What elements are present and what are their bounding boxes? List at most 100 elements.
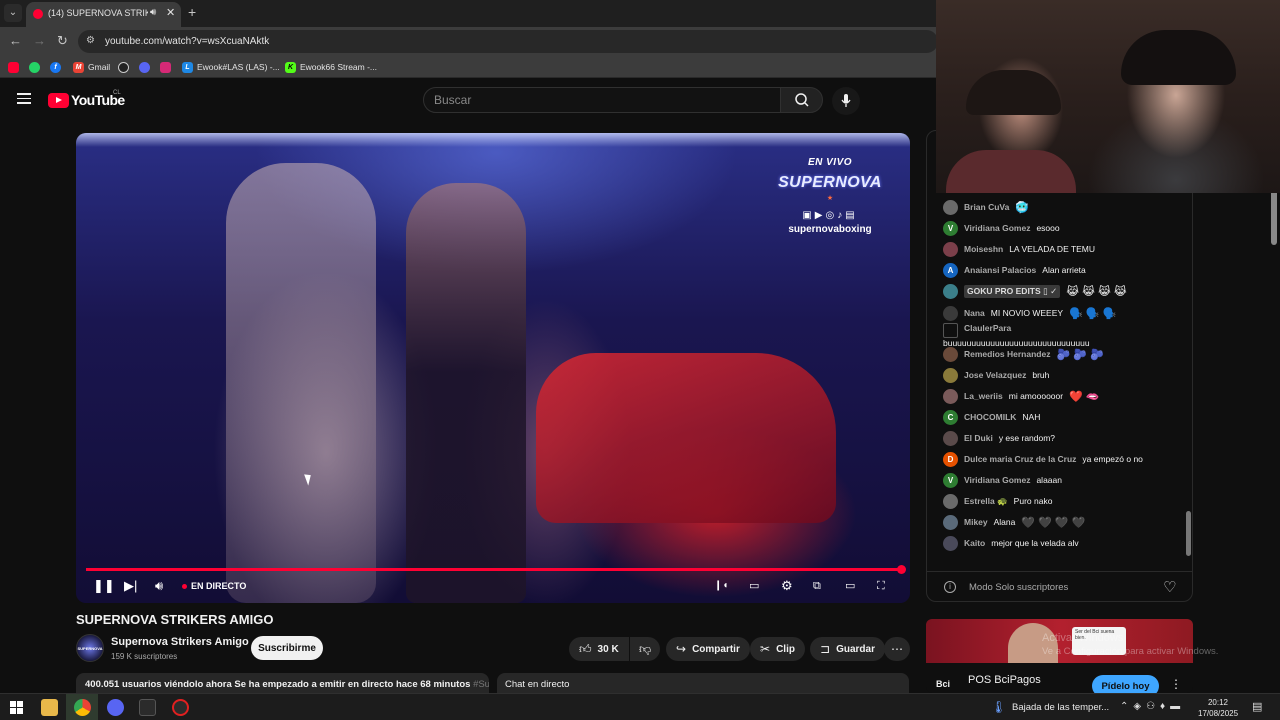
fullscreen-icon[interactable]: ⛶ — [877, 579, 885, 593]
chat-avatar[interactable] — [943, 493, 958, 509]
close-icon[interactable]: ✕ — [166, 6, 175, 19]
pause-icon[interactable]: ❚❚ — [93, 579, 115, 593]
page-scrollbar[interactable] — [1271, 190, 1277, 245]
forward-arrow-icon[interactable]: → — [33, 34, 46, 48]
chat-avatar[interactable]: A — [943, 262, 958, 278]
app-icon[interactable] — [139, 699, 156, 716]
channel-name[interactable]: Supernova Strikers Amigo — [111, 636, 249, 648]
taskbar-clock[interactable]: 20:12 17/08/2025 — [1198, 697, 1238, 719]
subscribe-button[interactable]: Suscribirme — [251, 636, 323, 660]
chat-avatar[interactable] — [943, 430, 958, 446]
chat-avatar[interactable] — [943, 514, 958, 530]
chat-avatar[interactable]: V — [943, 472, 958, 488]
voice-search-button[interactable] — [832, 87, 860, 115]
theater-mode-icon[interactable]: ▭ — [845, 579, 855, 593]
volume-icon[interactable]: 🔊︎ — [155, 579, 163, 593]
chat-avatar[interactable] — [943, 305, 958, 321]
chat-avatar[interactable]: C — [943, 409, 958, 425]
channel-avatar[interactable]: SUPERNOVA — [76, 634, 104, 662]
chat-avatar[interactable] — [943, 199, 958, 215]
save-button[interactable]: ⊐ Guardar — [810, 637, 885, 661]
browser-tab-active[interactable]: (14) SUPERNOVA STRIKERS 🔊︎ ✕ — [26, 2, 181, 27]
chat-avatar[interactable]: V — [943, 220, 958, 236]
chat-avatar[interactable] — [943, 535, 958, 551]
description-box[interactable]: 400.051 usuarios viéndolo ahora Se ha em… — [76, 673, 489, 693]
dislike-button[interactable]: 👎︎ — [630, 637, 660, 661]
chat-author[interactable]: Jose Velazquez — [964, 370, 1026, 380]
chat-author[interactable]: Mikey — [964, 517, 988, 527]
chat-author[interactable]: Brian CuVa — [964, 202, 1009, 212]
chat-author[interactable]: Viridiana Gomez — [964, 223, 1030, 233]
search-input[interactable] — [424, 88, 780, 112]
miniplayer-icon[interactable]: ⧉ — [813, 579, 821, 593]
more-actions-button[interactable]: ⋯ — [884, 637, 910, 661]
chat-avatar[interactable] — [943, 388, 958, 404]
chat-avatar[interactable] — [943, 367, 958, 383]
live-chat-tab[interactable]: Chat en directo — [497, 673, 909, 693]
chat-author[interactable]: La_weriis — [964, 391, 1003, 401]
bookmark-gmail[interactable]: M Gmail — [73, 61, 110, 73]
new-tab-button[interactable]: + — [188, 5, 196, 19]
notification-icon[interactable]: ▤ — [1252, 700, 1262, 713]
reload-icon[interactable]: ↻ — [57, 34, 68, 48]
chat-avatar[interactable] — [943, 283, 958, 299]
chat-author[interactable]: El Duki — [964, 433, 993, 443]
address-bar[interactable]: ⚙︎ youtube.com/watch?v=wsXcuaNAktk — [78, 30, 938, 53]
chat-message: V Viridiana Gomez alaaan — [943, 470, 1062, 490]
thermometer-icon: 🌡︎ — [991, 700, 1007, 714]
search-button[interactable] — [780, 87, 823, 113]
social-icons: ▣▶◎♪▤ — [802, 210, 858, 221]
chat-author[interactable]: CHOCOMILK — [964, 412, 1016, 422]
chrome-icon[interactable] — [74, 699, 91, 716]
video-player[interactable]: EN VIVO SUPERNOVA ★ ▣▶◎♪▤ supernovaboxin… — [76, 133, 910, 603]
next-icon[interactable]: ▶︎| — [124, 579, 137, 593]
share-button[interactable]: ↪ Compartir — [666, 637, 750, 661]
bookmark-ewook-las[interactable]: L Ewook#LAS (LAS) -... — [182, 61, 280, 73]
file-explorer-icon[interactable] — [41, 699, 58, 716]
chat-author[interactable]: Nana — [964, 308, 985, 318]
instagram-bookmark-icon[interactable] — [160, 61, 171, 73]
like-button[interactable]: 👍︎ 30 K — [569, 637, 629, 661]
chat-author[interactable]: Anaiansi Palacios — [964, 265, 1036, 275]
obs-icon[interactable] — [172, 699, 189, 716]
menu-icon[interactable] — [17, 93, 31, 104]
chat-author[interactable]: Moiseshn — [964, 244, 1003, 254]
settings-gear-icon[interactable]: ⚙︎ — [781, 579, 793, 593]
autoplay-toggle-icon[interactable]: ❙◖ — [714, 579, 728, 593]
heart-icon[interactable]: ♡ — [1163, 578, 1176, 596]
weather-widget[interactable]: Bajada de las temper... — [1012, 702, 1109, 713]
scrubber-handle[interactable] — [897, 565, 906, 574]
site-info-icon[interactable]: ⚙︎ — [86, 35, 95, 46]
whatsapp-bookmark-icon[interactable] — [29, 61, 40, 73]
youtube-bookmark-icon[interactable] — [8, 61, 19, 73]
chat-author[interactable]: Kaito — [964, 538, 985, 548]
subtitles-icon[interactable]: ▭ — [749, 579, 759, 593]
speaker-icon[interactable]: 🔊︎ — [150, 7, 156, 18]
live-indicator[interactable]: EN DIRECTO — [182, 581, 246, 591]
chat-avatar[interactable] — [943, 241, 958, 257]
chat-author[interactable]: ClaulerPara — [964, 323, 1154, 333]
chat-author[interactable]: Estrella 🐢 — [964, 496, 1008, 507]
tab-search-button[interactable]: ⌄ — [4, 4, 22, 22]
more-vertical-icon[interactable]: ⋮ — [1170, 677, 1182, 691]
clip-button[interactable]: ✂ Clip — [750, 637, 805, 661]
discord-icon[interactable] — [107, 699, 124, 716]
discord-bookmark-icon[interactable] — [139, 61, 150, 73]
chat-author[interactable]: Viridiana Gomez — [964, 475, 1030, 485]
info-icon[interactable]: i — [944, 581, 956, 593]
chat-author[interactable]: Remedios Hernandez — [964, 349, 1050, 359]
windows-start-icon[interactable] — [8, 699, 25, 716]
chat-avatar[interactable] — [943, 346, 958, 362]
github-bookmark-icon[interactable] — [118, 61, 129, 73]
system-tray-icons[interactable]: ⌃◈⚇♦▬ — [1120, 701, 1185, 712]
chat-avatar[interactable] — [943, 323, 958, 338]
chat-scrollbar[interactable] — [1186, 511, 1191, 556]
chat-author[interactable]: GOKU PRO EDITS ▯ ✓ — [964, 284, 1061, 298]
ad-cta-button[interactable]: Pídelo hoy — [1092, 675, 1159, 693]
progress-bar[interactable] — [86, 568, 902, 571]
chat-author[interactable]: Dulce maria Cruz de la Cruz — [964, 454, 1076, 464]
bookmark-ewook-stream[interactable]: K Ewook66 Stream -... — [285, 61, 377, 73]
facebook-bookmark-icon[interactable]: f — [50, 61, 61, 73]
back-arrow-icon[interactable]: ← — [9, 34, 22, 48]
chat-avatar[interactable]: D — [943, 451, 958, 467]
